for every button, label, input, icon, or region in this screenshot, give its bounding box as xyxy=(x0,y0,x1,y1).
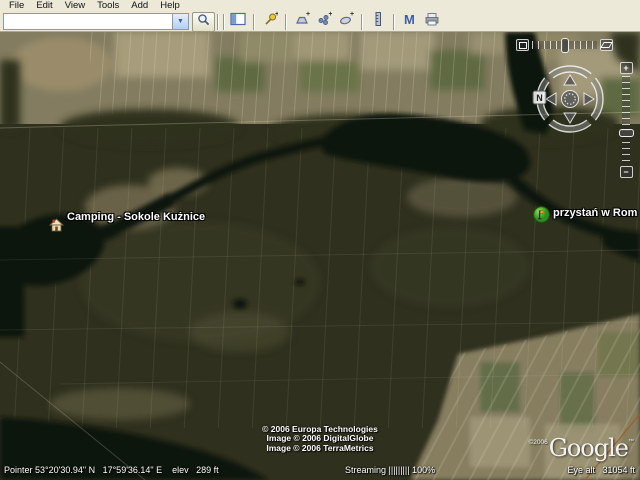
menu-add[interactable]: Add xyxy=(125,0,154,12)
path-icon: + xyxy=(338,11,354,32)
print-button[interactable] xyxy=(422,13,442,31)
eye-altitude: Eye alt 31054 ft xyxy=(567,465,635,475)
add-polygon-button[interactable]: + xyxy=(292,13,312,31)
add-path-button[interactable]: + xyxy=(336,13,356,31)
toolbar: ▼ + + + xyxy=(0,12,640,32)
search-button[interactable] xyxy=(192,12,215,32)
search-dropdown-arrow[interactable]: ▼ xyxy=(172,14,188,29)
pointer-coordinates: Pointer 53°20'30.94" N 17°59'36.14" E el… xyxy=(4,465,219,475)
add-image-overlay-button[interactable]: + xyxy=(314,13,334,31)
svg-text:+: + xyxy=(329,11,333,18)
polygon-icon: + xyxy=(294,11,310,32)
tilt-thumb[interactable] xyxy=(561,38,569,53)
tilt-track[interactable] xyxy=(532,41,597,49)
tilt-slider[interactable] xyxy=(516,38,613,52)
pan-left-arrow xyxy=(546,93,556,105)
menu-edit[interactable]: Edit xyxy=(30,0,58,12)
search-combobox[interactable]: ▼ xyxy=(3,13,189,30)
menu-view[interactable]: View xyxy=(59,0,91,12)
pushpin-icon: + xyxy=(262,11,278,32)
menu-help[interactable]: Help xyxy=(154,0,186,12)
add-placemark-button[interactable]: + xyxy=(260,13,280,31)
menu-file[interactable]: File xyxy=(3,0,30,12)
ruler-icon xyxy=(370,11,386,32)
google-watermark: ©2006 Google ™ xyxy=(528,436,634,460)
tilt-max-button[interactable] xyxy=(600,39,613,51)
compass-center-knob xyxy=(562,91,579,108)
map-attribution: © 2006 Europa Technologies Image © 2006 … xyxy=(262,425,378,454)
logo-trademark: ™ xyxy=(628,439,634,445)
svg-text:M: M xyxy=(404,12,415,27)
flat-view-icon xyxy=(519,42,527,49)
map-viewport[interactable]: Camping - Sokole Kużnice przystań w Rom xyxy=(0,32,640,480)
svg-text:+: + xyxy=(350,11,354,18)
attribution-line: Image © 2006 TerraMetrics xyxy=(262,444,378,454)
sidebar-panel-icon xyxy=(230,11,246,32)
zoom-out-button[interactable]: − xyxy=(620,166,633,178)
tilted-view-icon xyxy=(600,42,612,48)
email-button[interactable]: M xyxy=(400,13,420,31)
google-logo: Google xyxy=(549,436,628,460)
search-icon xyxy=(197,13,210,31)
printer-icon xyxy=(424,11,440,32)
streaming-status: Streaming ||||||||| 100% xyxy=(345,465,435,475)
logo-copyright: ©2006 xyxy=(528,439,547,446)
google-earth-window: File Edit View Tools Add Help ▼ + xyxy=(0,0,640,480)
zoom-thumb[interactable] xyxy=(619,129,634,137)
svg-text:+: + xyxy=(306,11,310,18)
measure-button[interactable] xyxy=(368,13,388,31)
svg-text:+: + xyxy=(275,11,278,18)
image-overlay-icon: + xyxy=(316,11,332,32)
campground-icon[interactable] xyxy=(49,217,64,237)
placemark-label-camping[interactable]: Camping - Sokole Kużnice xyxy=(67,211,205,223)
status-bar: Pointer 53°20'30.94" N 17°59'36.14" E el… xyxy=(0,465,640,478)
harbor-flag-icon[interactable] xyxy=(533,206,550,228)
zoom-slider[interactable]: + − xyxy=(619,62,633,178)
show-sidebar-button[interactable] xyxy=(228,13,248,31)
zoom-track[interactable] xyxy=(622,76,630,164)
navigation-compass[interactable]: N xyxy=(528,61,612,137)
pan-down-arrow xyxy=(564,113,576,123)
pan-right-arrow xyxy=(584,93,594,105)
pan-up-arrow xyxy=(564,75,576,85)
email-icon: M xyxy=(402,11,418,32)
search-input[interactable] xyxy=(4,14,172,29)
tilt-reset-button[interactable] xyxy=(516,39,529,51)
menu-tools[interactable]: Tools xyxy=(91,0,125,12)
zoom-in-button[interactable]: + xyxy=(620,62,633,74)
north-label: N xyxy=(536,93,543,103)
placemark-label-przystan[interactable]: przystań w Rom xyxy=(553,207,637,219)
